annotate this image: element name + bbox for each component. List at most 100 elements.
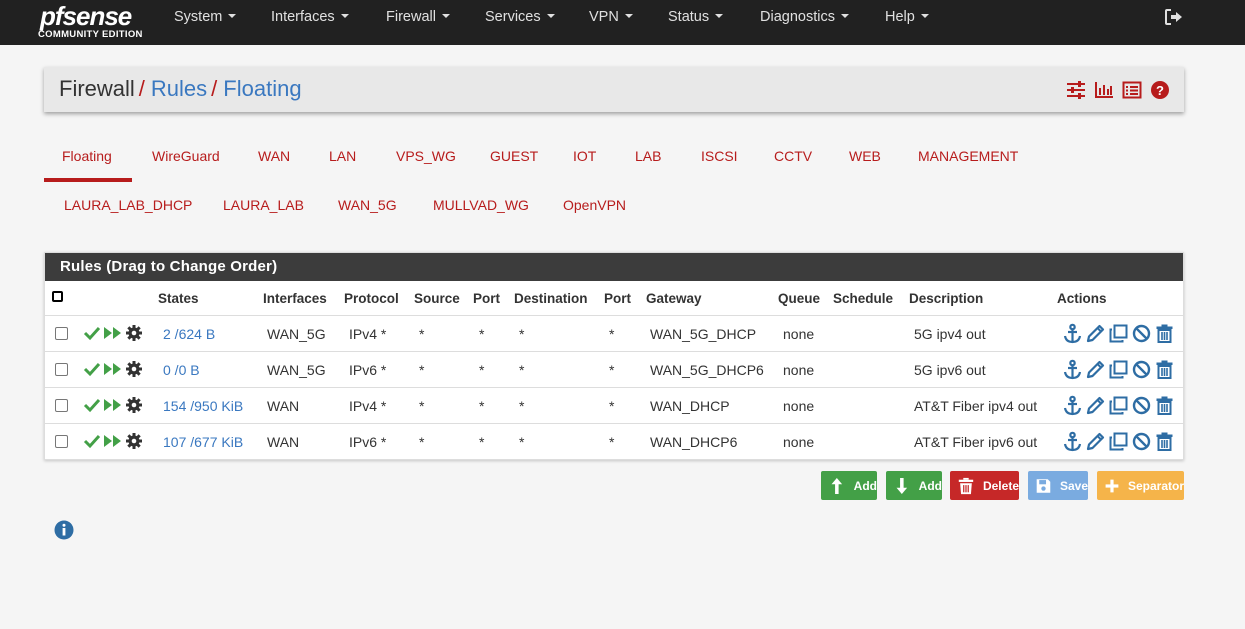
trash-icon[interactable] — [1154, 431, 1175, 452]
help-icon[interactable]: ? — [1150, 80, 1170, 100]
cell-protocol: IPv6 * — [349, 434, 387, 450]
tab-laura-lab[interactable]: LAURA_LAB — [223, 197, 304, 213]
cell-protocol: IPv4 * — [349, 398, 387, 414]
nav-interfaces[interactable]: Interfaces — [271, 0, 349, 45]
delete-button[interactable]: Delete — [950, 471, 1019, 500]
svg-text:?: ? — [1156, 83, 1164, 98]
cell-queue: none — [783, 398, 815, 414]
list-icon[interactable] — [1122, 80, 1142, 100]
tab-wireguard[interactable]: WireGuard — [152, 148, 220, 164]
tab-vps-wg[interactable]: VPS_WG — [396, 148, 456, 164]
cell-source: * — [419, 326, 425, 342]
add-rule-bottom-button[interactable]: Add — [886, 471, 942, 500]
tab-laura-lab-dhcp[interactable]: LAURA_LAB_DHCP — [64, 197, 192, 213]
anchor-icon[interactable] — [1062, 395, 1083, 416]
save-button[interactable]: Save — [1028, 471, 1088, 500]
tab-openvpn[interactable]: OpenVPN — [563, 197, 626, 213]
logout-icon[interactable] — [1165, 9, 1183, 25]
tab-floating[interactable]: Floating — [62, 148, 112, 164]
row-checkbox[interactable] — [55, 363, 68, 376]
bar-chart-icon[interactable] — [1094, 80, 1114, 100]
row-checkbox[interactable] — [55, 327, 68, 340]
logo-edition: COMMUNITY EDITION — [38, 29, 143, 40]
pencil-icon[interactable] — [1085, 323, 1106, 344]
copy-icon[interactable] — [1108, 323, 1129, 344]
pfsense-logo[interactable]: pfsense COMMUNITY EDITION — [38, 1, 148, 43]
nav-label: Services — [485, 9, 541, 25]
select-all-checkbox[interactable] — [52, 291, 63, 302]
col-header-interfaces: Interfaces — [263, 291, 327, 306]
tab-mullvad-wg[interactable]: MULLVAD_WG — [433, 197, 529, 213]
tab-management[interactable]: MANAGEMENT — [918, 148, 1018, 164]
anchor-icon[interactable] — [1062, 431, 1083, 452]
tab-cctv[interactable]: CCTV — [774, 148, 812, 164]
tab-lan[interactable]: LAN — [329, 148, 356, 164]
trash-icon[interactable] — [1154, 359, 1175, 380]
row-checkbox[interactable] — [55, 399, 68, 412]
pencil-icon[interactable] — [1085, 431, 1106, 452]
states-link[interactable]: 154 /950 KiB — [163, 398, 243, 414]
tab-wan-5g[interactable]: WAN_5G — [338, 197, 397, 213]
gear-icon[interactable] — [125, 360, 143, 378]
trash-icon — [958, 477, 974, 494]
cell-source-port: * — [479, 398, 485, 414]
row-actions — [1062, 359, 1175, 380]
gear-icon[interactable] — [125, 396, 143, 414]
states-link[interactable]: 0 /0 B — [163, 362, 200, 378]
row-status-icons — [83, 324, 143, 342]
copy-icon[interactable] — [1108, 431, 1129, 452]
sliders-icon[interactable] — [1066, 80, 1086, 100]
ban-icon[interactable] — [1131, 323, 1152, 344]
cell-description: 5G ipv4 out — [914, 326, 986, 342]
nav-firewall[interactable]: Firewall — [386, 0, 450, 45]
row-checkbox[interactable] — [55, 435, 68, 448]
table-row[interactable]: 0 /0 B WAN_5G IPv6 * * * * * WAN_5G_DHCP… — [45, 351, 1183, 387]
gear-icon[interactable] — [125, 324, 143, 342]
pencil-icon[interactable] — [1085, 395, 1106, 416]
col-header-queue: Queue — [778, 291, 821, 306]
tab-wan[interactable]: WAN — [258, 148, 290, 164]
states-link[interactable]: 107 /677 KiB — [163, 434, 243, 450]
col-header-description: Description — [909, 291, 984, 306]
table-row[interactable]: 107 /677 KiB WAN IPv6 * * * * * WAN_DHCP… — [45, 423, 1183, 459]
fast-forward-icon — [103, 360, 123, 378]
breadcrumb-rules[interactable]: Rules — [151, 76, 207, 101]
cell-gateway: WAN_5G_DHCP6 — [650, 362, 764, 378]
tab-guest[interactable]: GUEST — [490, 148, 538, 164]
ban-icon[interactable] — [1131, 395, 1152, 416]
trash-icon[interactable] — [1154, 323, 1175, 344]
ban-icon[interactable] — [1131, 431, 1152, 452]
tab-iot[interactable]: IOT — [573, 148, 596, 164]
nav-system[interactable]: System — [174, 0, 237, 45]
cell-gateway: WAN_5G_DHCP — [650, 326, 757, 342]
nav-label: Status — [668, 9, 710, 25]
ban-icon[interactable] — [1131, 359, 1152, 380]
add-separator-button[interactable]: Separator — [1097, 471, 1184, 500]
anchor-icon[interactable] — [1062, 359, 1083, 380]
gear-icon[interactable] — [125, 432, 143, 450]
cell-gateway: WAN_DHCP6 — [650, 434, 738, 450]
tab-web[interactable]: WEB — [849, 148, 881, 164]
states-link[interactable]: 2 /624 B — [163, 326, 215, 342]
check-icon — [83, 324, 101, 342]
nav-diagnostics[interactable]: Diagnostics — [760, 0, 849, 45]
nav-vpn[interactable]: VPN — [589, 0, 633, 45]
table-row[interactable]: 2 /624 B WAN_5G IPv4 * * * * * WAN_5G_DH… — [45, 315, 1183, 351]
nav-services[interactable]: Services — [485, 0, 555, 45]
col-header-gateway: Gateway — [646, 291, 702, 306]
trash-icon[interactable] — [1154, 395, 1175, 416]
breadcrumb-floating[interactable]: Floating — [223, 76, 301, 101]
add-rule-top-button[interactable]: Add — [821, 471, 877, 500]
copy-icon[interactable] — [1108, 359, 1129, 380]
nav-status[interactable]: Status — [668, 0, 724, 45]
row-actions — [1062, 323, 1175, 344]
tab-iscsi[interactable]: ISCSI — [701, 148, 738, 164]
nav-help[interactable]: Help — [885, 0, 929, 45]
info-icon[interactable] — [54, 520, 74, 540]
copy-icon[interactable] — [1108, 395, 1129, 416]
table-row[interactable]: 154 /950 KiB WAN IPv4 * * * * * WAN_DHCP… — [45, 387, 1183, 423]
breadcrumb-separator: / — [138, 76, 145, 101]
pencil-icon[interactable] — [1085, 359, 1106, 380]
tab-lab[interactable]: LAB — [635, 148, 661, 164]
anchor-icon[interactable] — [1062, 323, 1083, 344]
